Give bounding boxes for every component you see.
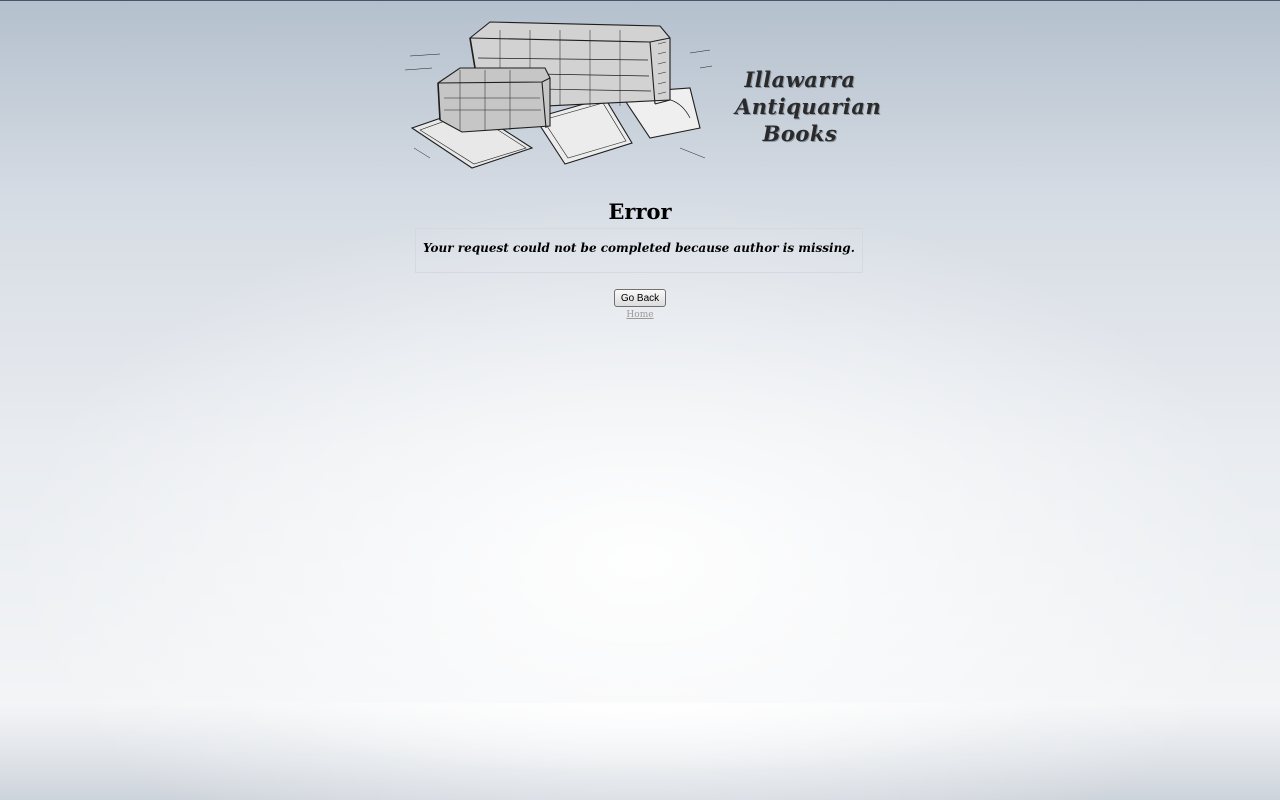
- error-message: Your request could not be completed beca…: [423, 241, 855, 255]
- site-title-line-3: Books: [762, 121, 838, 146]
- site-title: Illawarra Antiquarian Books: [735, 66, 882, 147]
- top-border: [0, 0, 1280, 1]
- site-title-line-2: Antiquarian: [735, 94, 882, 119]
- page-title: Error: [608, 199, 672, 224]
- antique-books-icon: [404, 21, 713, 169]
- error-message-box: Your request could not be completed beca…: [415, 228, 863, 273]
- home-link[interactable]: Home: [600, 310, 680, 320]
- site-title-line-1: Illawarra: [744, 67, 856, 92]
- background-floor: [0, 703, 1280, 800]
- site-banner: Illawarra Antiquarian Books: [400, 8, 882, 180]
- go-back-button[interactable]: Go Back: [614, 289, 666, 307]
